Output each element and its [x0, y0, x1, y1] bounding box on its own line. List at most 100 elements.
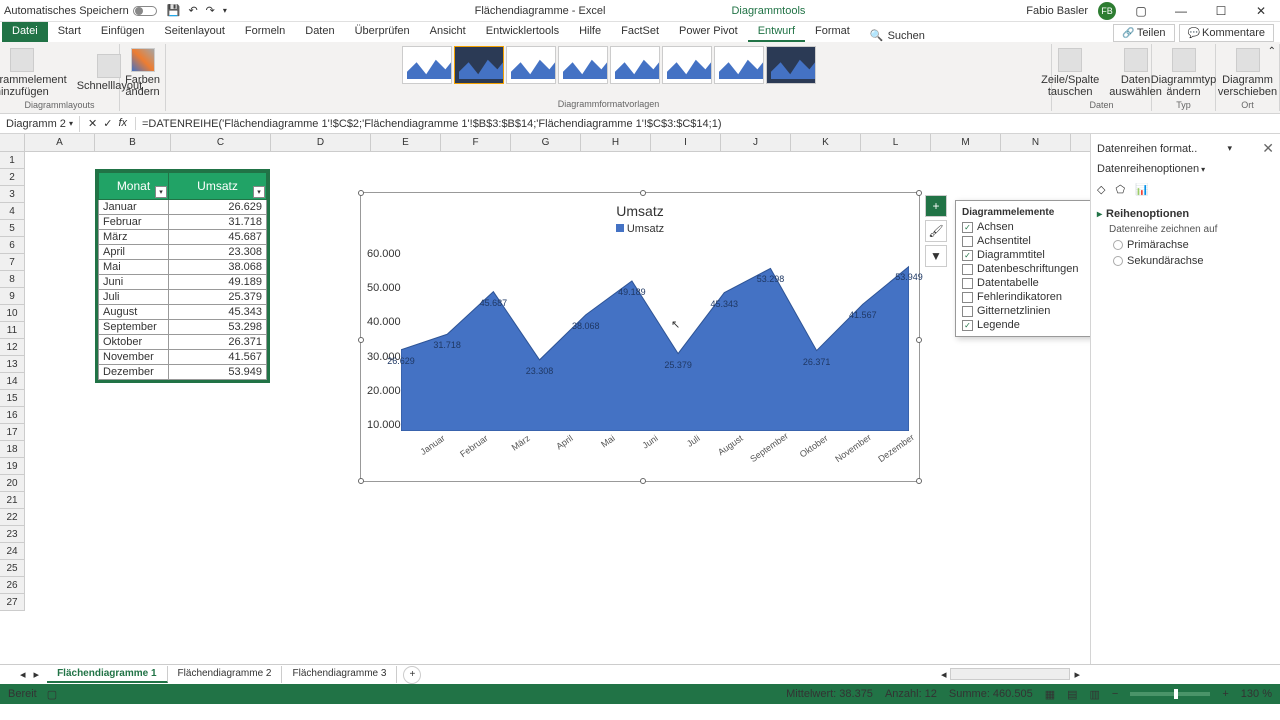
ribbon-tabs: DateiStartEinfügenSeitenlayoutFormelnDat… [0, 22, 1280, 42]
comments-button[interactable]: 💬 Kommentare [1179, 24, 1274, 42]
group-label: Diagrammformatvorlagen [558, 99, 660, 109]
add-sheet-button[interactable]: + [403, 666, 421, 684]
element-checkbox-gitternetzlinien[interactable]: Gitternetzlinien [960, 304, 1090, 318]
effects-tab-icon[interactable]: ⬠ [1115, 183, 1125, 196]
fx-icon[interactable]: fx [118, 117, 127, 130]
avatar[interactable]: FB [1098, 2, 1116, 20]
ribbon-tab-einfügen[interactable]: Einfügen [91, 22, 154, 42]
ribbon-tab-daten[interactable]: Daten [295, 22, 344, 42]
ribbon-tab-ansicht[interactable]: Ansicht [420, 22, 476, 42]
sheet-tab[interactable]: Flächendiagramme 2 [168, 666, 283, 683]
search-box[interactable]: 🔍 Suchen [870, 29, 925, 42]
sheet-nav-next[interactable]: ▸ [34, 668, 40, 681]
status-bar: Bereit ▢ Mittelwert: 38.375 Anzahl: 12 S… [0, 684, 1280, 704]
macro-recorder-icon[interactable]: ▢ [47, 688, 57, 701]
group-label: Ort [1241, 100, 1254, 110]
chart-style-3[interactable] [506, 46, 556, 84]
zoom-level[interactable]: 130 % [1241, 688, 1272, 700]
series-options-dropdown[interactable]: Datenreihenoptionen ▾ [1097, 163, 1274, 175]
zoom-out-icon[interactable]: − [1112, 688, 1118, 700]
hscroll-left[interactable]: ◂ [941, 668, 947, 681]
chart-style-6[interactable] [662, 46, 712, 84]
ribbon-tab-überprüfen[interactable]: Überprüfen [345, 22, 420, 42]
chart-elements-popup[interactable]: Diagrammelemente AchsenAchsentitelDiagra… [955, 200, 1090, 337]
hscrollbar[interactable] [950, 668, 1070, 680]
cancel-icon[interactable]: ✕ [88, 117, 97, 130]
status-average: Mittelwert: 38.375 [786, 688, 873, 700]
sheet-tab[interactable]: Flächendiagramme 3 [282, 666, 397, 683]
name-box[interactable]: Diagramm 2▾ [0, 116, 80, 132]
cell-grid[interactable]: Monat▾Umsatz▾Januar26.629Februar31.718Mä… [25, 152, 1090, 664]
formula-input[interactable] [136, 116, 1280, 132]
change-colors-button[interactable]: Farben ändern [121, 46, 164, 100]
qat-dropdown-icon[interactable]: ▾ [223, 6, 227, 15]
element-checkbox-legende[interactable]: Legende [960, 318, 1090, 332]
sheet-tab[interactable]: Flächendiagramme 1 [47, 666, 167, 683]
chart-legend[interactable]: Umsatz [361, 221, 919, 237]
enter-icon[interactable]: ✓ [103, 117, 112, 130]
ribbon-display-icon[interactable]: ▢ [1126, 2, 1156, 20]
minimize-icon[interactable]: — [1166, 2, 1196, 20]
element-checkbox-datenbeschriftungen[interactable]: Datenbeschriftungen [960, 262, 1090, 276]
ribbon-tab-format[interactable]: Format [805, 22, 860, 42]
chart-elements-button[interactable]: + [925, 195, 947, 217]
element-checkbox-achsentitel[interactable]: Achsentitel [960, 234, 1090, 248]
chart-title[interactable]: Umsatz [361, 193, 919, 221]
element-checkbox-achsen[interactable]: Achsen [960, 220, 1090, 234]
ribbon-tab-factset[interactable]: FactSet [611, 22, 669, 42]
series-options-section[interactable]: ▸ Reihenoptionen [1097, 208, 1274, 220]
ribbon-tab-power pivot[interactable]: Power Pivot [669, 22, 748, 42]
ribbon-tab-entwicklertools[interactable]: Entwicklertools [476, 22, 569, 42]
view-pagebreak-icon[interactable]: ▥ [1090, 688, 1100, 701]
user-name[interactable]: Fabio Basler [1026, 5, 1088, 17]
chart-object[interactable]: Umsatz Umsatz 60.00050.00040.00030.00020… [360, 192, 920, 482]
undo-icon[interactable]: ↶ [188, 4, 197, 17]
column-headers[interactable]: ABCDEFGHIJKLMN [25, 134, 1090, 152]
autosave-toggle[interactable]: Automatisches Speichern [4, 5, 157, 17]
add-chart-element-button[interactable]: Diagrammelement hinzufügen [0, 46, 71, 100]
ribbon-tab-hilfe[interactable]: Hilfe [569, 22, 611, 42]
element-checkbox-diagrammtitel[interactable]: Diagrammtitel [960, 248, 1090, 262]
series-options-tab-icon[interactable]: 📊 [1135, 183, 1149, 196]
sheet-nav-prev[interactable]: ◂ [20, 668, 26, 681]
chart-style-4[interactable] [558, 46, 608, 84]
ribbon-tab-datei[interactable]: Datei [2, 22, 48, 42]
select-all-corner[interactable] [0, 134, 25, 152]
view-normal-icon[interactable]: ▦ [1045, 688, 1055, 701]
sheet-tabs: ◂ ▸ Flächendiagramme 1Flächendiagramme 2… [0, 664, 1280, 684]
close-icon[interactable]: ✕ [1246, 2, 1276, 20]
row-headers[interactable]: 1234567891011121314151617181920212223242… [0, 152, 25, 611]
change-chart-type-button[interactable]: Diagrammtyp ändern [1147, 46, 1220, 100]
view-layout-icon[interactable]: ▤ [1067, 688, 1077, 701]
switch-row-col-button[interactable]: Zeile/Spalte tauschen [1037, 46, 1103, 100]
chart-style-2[interactable] [454, 46, 504, 84]
close-pane-icon[interactable]: ✕ [1262, 140, 1274, 157]
element-checkbox-datentabelle[interactable]: Datentabelle [960, 276, 1090, 290]
zoom-in-icon[interactable]: + [1222, 688, 1228, 700]
fill-tab-icon[interactable]: ◇ [1097, 183, 1105, 196]
collapse-ribbon-icon[interactable]: ⌃ [1268, 46, 1276, 57]
chart-style-7[interactable] [714, 46, 764, 84]
section-subtitle: Datenreihe zeichnen auf [1109, 224, 1274, 235]
ribbon-tab-seitenlayout[interactable]: Seitenlayout [154, 22, 235, 42]
zoom-slider[interactable] [1130, 692, 1210, 696]
share-button[interactable]: 🔗 Teilen [1113, 24, 1174, 42]
chart-style-8[interactable] [766, 46, 816, 84]
format-pane[interactable]: Datenreihen format.. ▾ ✕ Datenreihenopti… [1090, 134, 1280, 664]
hscroll-right[interactable]: ▸ [1074, 668, 1080, 681]
style-gallery[interactable] [402, 46, 816, 86]
ribbon-tab-start[interactable]: Start [48, 22, 91, 42]
element-checkbox-fehlerindikatoren[interactable]: Fehlerindikatoren [960, 290, 1090, 304]
chart-style-5[interactable] [610, 46, 660, 84]
chart-style-1[interactable] [402, 46, 452, 84]
ribbon-tab-entwurf[interactable]: Entwurf [748, 22, 805, 42]
data-table[interactable]: Monat▾Umsatz▾Januar26.629Februar31.718Mä… [95, 169, 270, 383]
chart-styles-button[interactable]: 🖌 [925, 220, 947, 242]
maximize-icon[interactable]: ☐ [1206, 2, 1236, 20]
ribbon-tab-formeln[interactable]: Formeln [235, 22, 295, 42]
save-icon[interactable]: 💾 [167, 4, 181, 17]
chart-plot-area[interactable]: 60.00050.00040.00030.00020.00010.000 Jan… [401, 248, 909, 431]
redo-icon[interactable]: ↷ [206, 4, 215, 17]
pane-title: Datenreihen format.. ▾ ✕ [1097, 140, 1274, 157]
chart-filters-button[interactable]: ▼ [925, 245, 947, 267]
